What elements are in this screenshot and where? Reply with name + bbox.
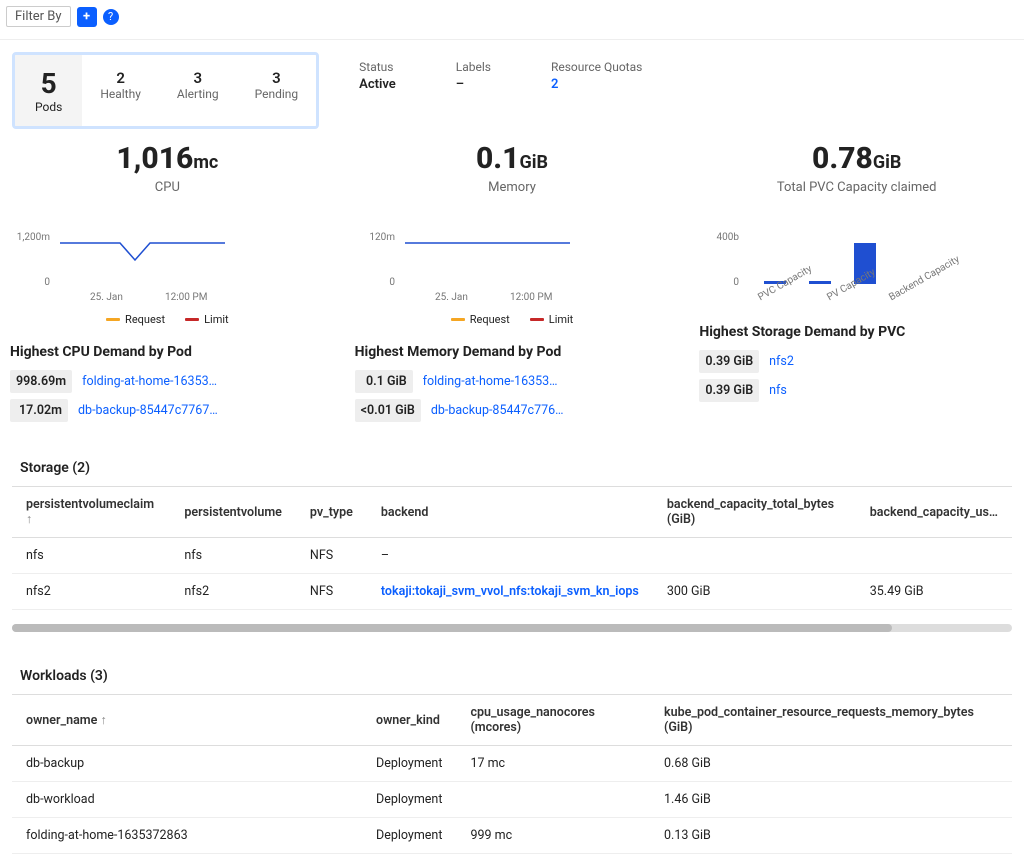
backend-link[interactable]: tokaji:tokaji_svm_vvol_nfs:tokaji_svm_kn…	[381, 584, 639, 599]
col-pv[interactable]: persistentvolume	[170, 487, 296, 538]
stat-cpu: 1,016mc CPU 1,200m 0 25. Jan 12:00 PM Re…	[10, 141, 325, 428]
svg-text:25. Jan: 25. Jan	[435, 292, 468, 303]
meta-quotas: Resource Quotas 2	[551, 60, 642, 92]
cpu-demand-row-1: 17.02m db-backup-85447c7767…	[10, 399, 325, 422]
filter-by-label[interactable]: Filter By	[6, 6, 71, 27]
pod-total-count: 5	[35, 67, 62, 100]
pod-pending-label: Pending	[255, 87, 299, 101]
help-icon[interactable]: ?	[103, 9, 119, 25]
stat-cpu-label: CPU	[10, 180, 325, 195]
storage-header: Storage (2)	[0, 438, 1024, 486]
meta-labels-label: Labels	[456, 60, 491, 74]
pod-total-label: Pods	[35, 100, 62, 114]
stats-row: 1,016mc CPU 1,200m 0 25. Jan 12:00 PM Re…	[0, 141, 1024, 438]
legend-limit-mem: Limit	[530, 313, 574, 326]
pod-pending[interactable]: 3 Pending	[237, 55, 317, 126]
pvc-bar-chart: 400b 0 PVC Capacity PV Capacity Backend …	[699, 225, 1014, 306]
stat-mem-unit: GiB	[519, 152, 548, 173]
pod-alerting[interactable]: 3 Alerting	[159, 55, 237, 126]
highest-cpu-title: Highest CPU Demand by Pod	[10, 344, 325, 360]
mem-demand-link-1[interactable]: db-backup-85447c776…	[431, 403, 564, 418]
highest-mem-title: Highest Memory Demand by Pod	[355, 344, 670, 360]
storage-demand-link-1[interactable]: nfs	[769, 383, 787, 398]
stat-cpu-unit: mc	[193, 152, 218, 173]
pod-alerting-count: 3	[177, 69, 219, 87]
cpu-demand-link-0[interactable]: folding-at-home-16353…	[82, 374, 217, 389]
svg-text:0: 0	[44, 277, 50, 288]
stat-memory: 0.1GiB Memory 120m 0 25. Jan 12:00 PM Re…	[355, 141, 670, 428]
storage-demand-link-0[interactable]: nfs2	[769, 354, 794, 369]
table-row[interactable]: db-workload Deployment 1.46 GiB	[12, 782, 1012, 818]
svg-text:0: 0	[734, 277, 740, 288]
svg-text:12:00 PM: 12:00 PM	[510, 292, 552, 303]
meta-row: Status Active Labels – Resource Quotas 2	[359, 52, 642, 92]
meta-labels-value: –	[456, 77, 491, 92]
filter-bar: Filter By + ?	[0, 0, 1024, 40]
pod-alerting-label: Alerting	[177, 87, 219, 101]
summary-strip: 5 Pods 2 Healthy 3 Alerting 3 Pending St…	[0, 40, 1024, 141]
add-filter-button[interactable]: +	[77, 7, 97, 27]
meta-labels: Labels –	[456, 60, 491, 92]
table-row[interactable]: folding-at-home-1635372863 Deployment 99…	[12, 818, 1012, 854]
pod-healthy[interactable]: 2 Healthy	[82, 55, 159, 126]
mem-demand-link-0[interactable]: folding-at-home-16353…	[423, 374, 558, 389]
stat-pvc-label: Total PVC Capacity claimed	[699, 180, 1014, 195]
meta-status-value: Active	[359, 77, 396, 92]
storage-demand-row-1: 0.39 GiB nfs	[699, 379, 1014, 402]
pod-pending-count: 3	[255, 69, 299, 87]
meta-status: Status Active	[359, 60, 396, 92]
highest-storage-title: Highest Storage Demand by PVC	[699, 324, 1014, 340]
col-used[interactable]: backend_capacity_us…	[856, 487, 1012, 538]
col-mem-req[interactable]: kube_pod_container_resource_requests_mem…	[650, 695, 1012, 746]
stat-cpu-value: 1,016	[116, 141, 193, 176]
storage-demand-row-0: 0.39 GiB nfs2	[699, 350, 1014, 373]
horizontal-scrollbar[interactable]	[12, 624, 1012, 632]
legend-request: Request	[106, 313, 165, 326]
sort-arrow-icon: ↑	[26, 512, 32, 527]
col-pvc[interactable]: persistentvolumeclaim ↑	[12, 487, 170, 538]
mem-demand-row-1: <0.01 GiB db-backup-85447c776…	[355, 399, 670, 422]
svg-text:12:00 PM: 12:00 PM	[165, 292, 207, 303]
pod-total[interactable]: 5 Pods	[15, 55, 82, 126]
table-row[interactable]: db-backup Deployment 17 mc 0.68 GiB	[12, 746, 1012, 782]
table-row[interactable]: nfs nfs NFS –	[12, 538, 1012, 574]
stat-pvc-unit: GiB	[873, 152, 902, 173]
svg-text:400b: 400b	[717, 232, 740, 243]
mem-demand-row-0: 0.1 GiB folding-at-home-16353…	[355, 370, 670, 393]
col-owner-name[interactable]: owner_name ↑	[12, 695, 362, 746]
meta-quotas-value[interactable]: 2	[551, 77, 642, 92]
stat-mem-label: Memory	[355, 180, 670, 195]
sort-arrow-icon: ↑	[100, 713, 106, 728]
workloads-header: Workloads (3)	[0, 646, 1024, 694]
legend-request-mem: Request	[451, 313, 510, 326]
col-pvtype[interactable]: pv_type	[296, 487, 367, 538]
col-owner-kind[interactable]: owner_kind	[362, 695, 456, 746]
storage-table: persistentvolumeclaim ↑ persistentvolume…	[12, 486, 1012, 610]
table-row[interactable]: nfs2 nfs2 NFS tokaji:tokaji_svm_vvol_nfs…	[12, 574, 1012, 610]
memory-line-chart: 120m 0 25. Jan 12:00 PM Request Limit	[355, 225, 670, 326]
svg-text:0: 0	[389, 277, 395, 288]
pod-healthy-label: Healthy	[100, 87, 141, 101]
pod-breakdown: 2 Healthy 3 Alerting 3 Pending	[82, 55, 316, 126]
meta-quotas-label: Resource Quotas	[551, 60, 642, 74]
pod-summary-card: 5 Pods 2 Healthy 3 Alerting 3 Pending	[12, 52, 319, 129]
svg-text:1,200m: 1,200m	[17, 232, 50, 243]
stat-pvc-value: 0.78	[812, 141, 873, 176]
svg-text:120m: 120m	[369, 232, 395, 243]
col-total[interactable]: backend_capacity_total_bytes (GiB)	[653, 487, 856, 538]
svg-text:25. Jan: 25. Jan	[90, 292, 123, 303]
cpu-line-chart: 1,200m 0 25. Jan 12:00 PM Request Limit	[10, 225, 325, 326]
cpu-demand-link-1[interactable]: db-backup-85447c7767…	[78, 403, 218, 418]
stat-mem-value: 0.1	[476, 141, 520, 176]
legend-limit: Limit	[185, 313, 229, 326]
col-cpu-usage[interactable]: cpu_usage_nanocores (mcores)	[456, 695, 650, 746]
stat-pvc: 0.78GiB Total PVC Capacity claimed 400b …	[699, 141, 1014, 428]
workloads-table: owner_name ↑ owner_kind cpu_usage_nanoco…	[12, 694, 1012, 854]
col-backend[interactable]: backend	[367, 487, 653, 538]
meta-status-label: Status	[359, 60, 396, 74]
pod-healthy-count: 2	[100, 69, 141, 87]
cpu-demand-row-0: 998.69m folding-at-home-16353…	[10, 370, 325, 393]
